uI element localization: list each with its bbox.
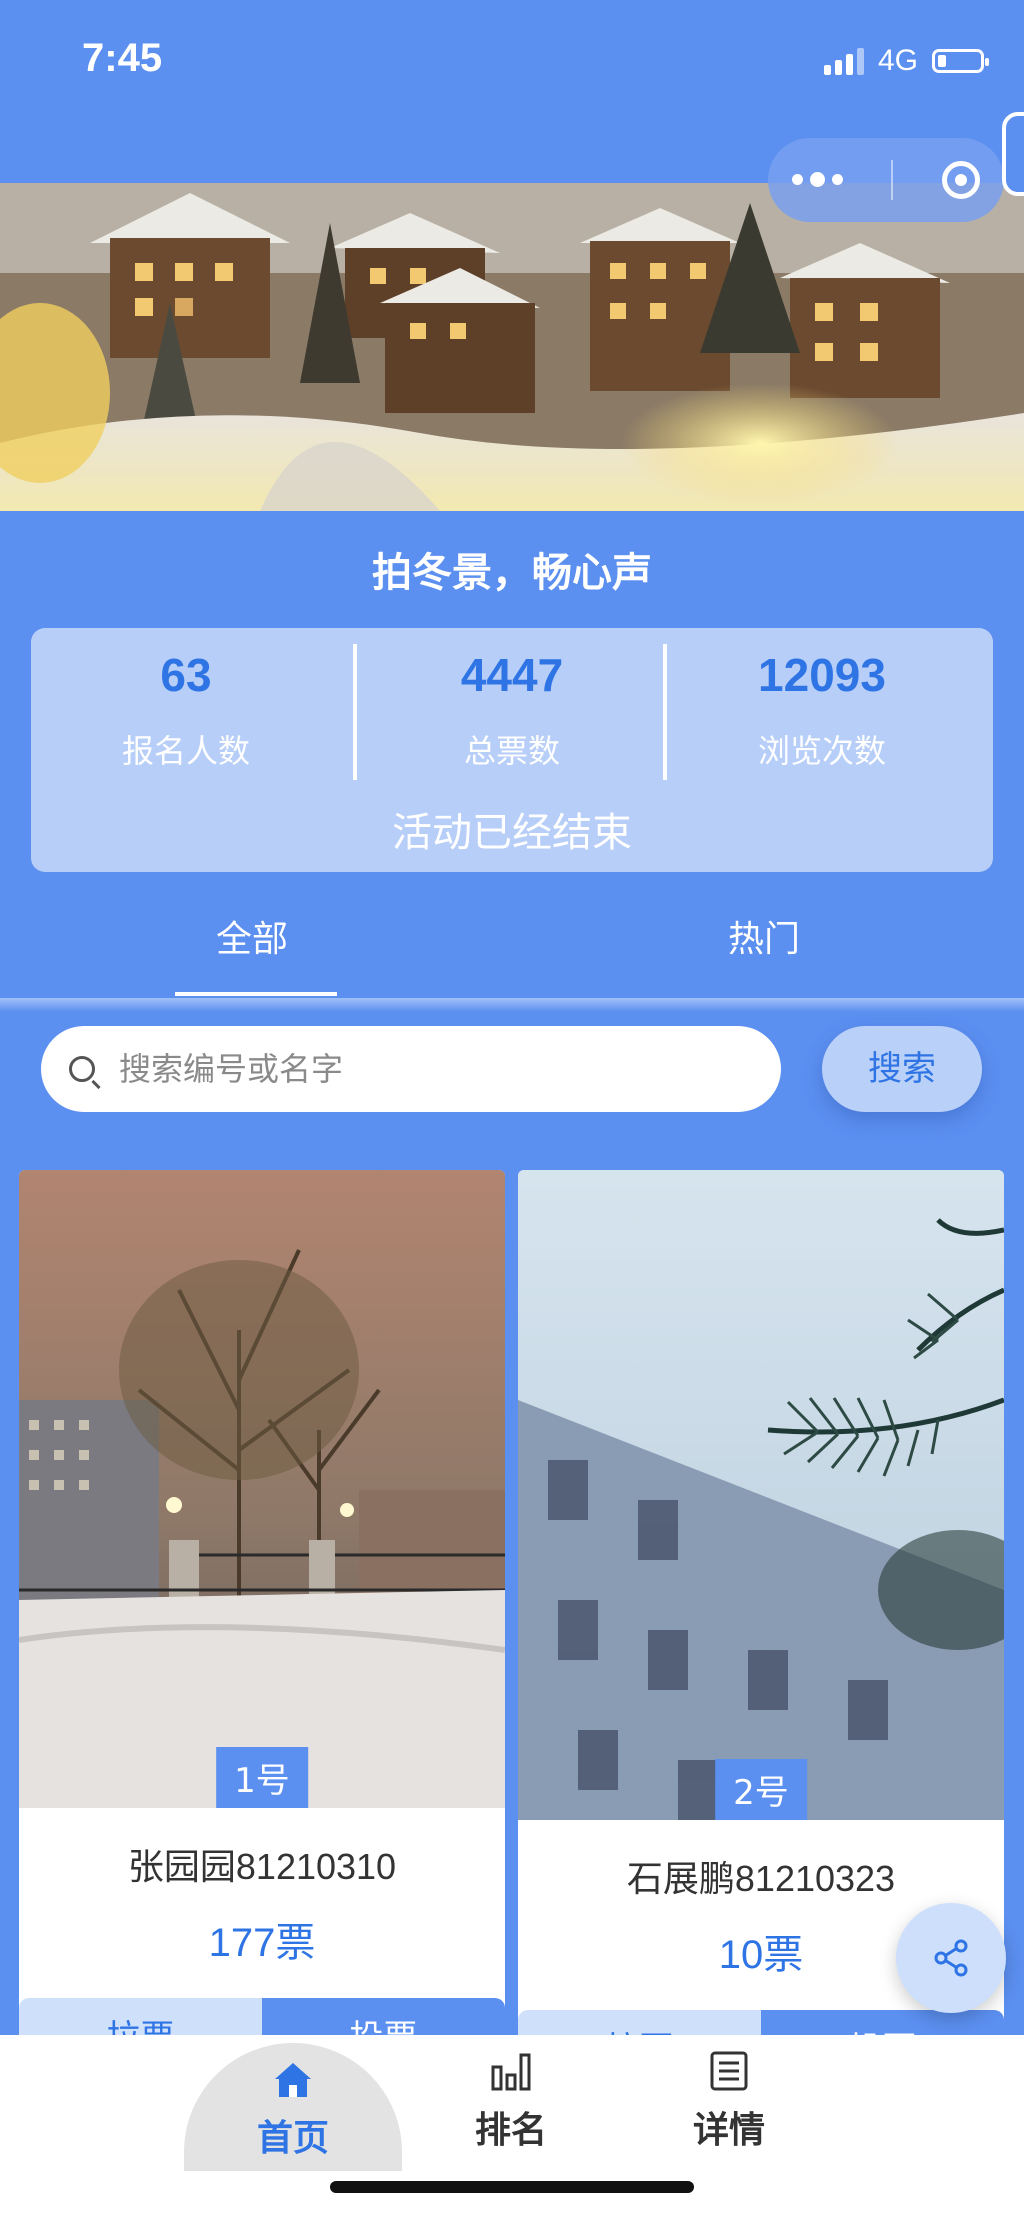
app-page: 7:45 4G 拍冬景，畅心声 63 报名人数 4447 总票数 12093 浏… bbox=[0, 0, 1024, 2217]
search-button[interactable]: 搜索 bbox=[822, 1026, 982, 1112]
entry-number: 1号 bbox=[216, 1747, 308, 1808]
signal-icon bbox=[823, 47, 864, 75]
stat-views-value: 12093 bbox=[758, 649, 886, 701]
share-icon bbox=[934, 1939, 968, 1977]
close-target-icon[interactable] bbox=[941, 161, 980, 199]
stat-signups: 63 报名人数 bbox=[31, 648, 341, 772]
document-icon bbox=[710, 2051, 748, 2091]
stat-signups-label: 报名人数 bbox=[121, 732, 250, 770]
stat-total-votes-value: 4447 bbox=[460, 649, 564, 701]
stat-total-votes-label: 总票数 bbox=[463, 732, 560, 770]
entry-photo[interactable]: 2号 bbox=[518, 1170, 1004, 1820]
tab-active-indicator bbox=[175, 992, 337, 996]
stats-card: 63 报名人数 4447 总票数 12093 浏览次数 活动已经结束 bbox=[31, 628, 993, 872]
home-float-icon[interactable] bbox=[1002, 112, 1024, 196]
banner-image bbox=[0, 183, 1024, 511]
miniprogram-capsule bbox=[768, 138, 1004, 222]
more-dots-icon[interactable] bbox=[792, 171, 844, 187]
nav-details-label: 详情 bbox=[692, 2110, 765, 2151]
stat-views-label: 浏览次数 bbox=[757, 732, 886, 770]
tab-all[interactable]: 全部 bbox=[216, 910, 288, 962]
nav-details[interactable]: 详情 bbox=[620, 2035, 838, 2161]
home-icon bbox=[275, 2063, 311, 2097]
stat-views: 12093 浏览次数 bbox=[667, 648, 977, 772]
battery-icon bbox=[932, 49, 989, 73]
tab-bar: 全部 热门 bbox=[0, 900, 1024, 1000]
status-indicators: 4G bbox=[823, 44, 989, 78]
entry-name: 张园园81210310 bbox=[127, 1846, 397, 1887]
share-button[interactable] bbox=[896, 1903, 1006, 2013]
entry-number: 2号 bbox=[715, 1759, 807, 1820]
capsule-divider bbox=[891, 160, 894, 200]
search-icon bbox=[69, 1056, 95, 1082]
entry-card[interactable]: 1号 张园园81210310 177票 拉票 投票 bbox=[19, 1170, 505, 2070]
home-indicator bbox=[330, 2181, 694, 2193]
search-box[interactable] bbox=[41, 1026, 781, 1112]
nav-ranking[interactable]: 排名 bbox=[402, 2035, 620, 2161]
activity-title: 拍冬景，畅心声 bbox=[372, 550, 652, 596]
search-input[interactable] bbox=[117, 1049, 741, 1089]
status-time: 7:45 bbox=[82, 36, 163, 80]
stat-total-votes: 4447 总票数 bbox=[357, 648, 667, 772]
entry-votes: 177票 bbox=[208, 1921, 316, 1965]
entry-name: 石展鹏81210323 bbox=[626, 1858, 896, 1899]
entry-photo[interactable]: 1号 bbox=[19, 1170, 505, 1808]
nav-home-label: 首页 bbox=[256, 2118, 329, 2159]
network-label: 4G bbox=[877, 44, 918, 77]
nav-ranking-label: 排名 bbox=[474, 2110, 547, 2151]
status-bar: 7:45 4G bbox=[0, 0, 1024, 120]
activity-status: 活动已经结束 bbox=[392, 810, 632, 856]
tab-hot[interactable]: 热门 bbox=[728, 910, 800, 962]
tab-divider bbox=[0, 998, 1024, 1012]
bar-chart-icon bbox=[491, 2053, 531, 2091]
stat-signups-value: 63 bbox=[160, 649, 212, 701]
nav-home[interactable]: 首页 bbox=[184, 2043, 402, 2171]
